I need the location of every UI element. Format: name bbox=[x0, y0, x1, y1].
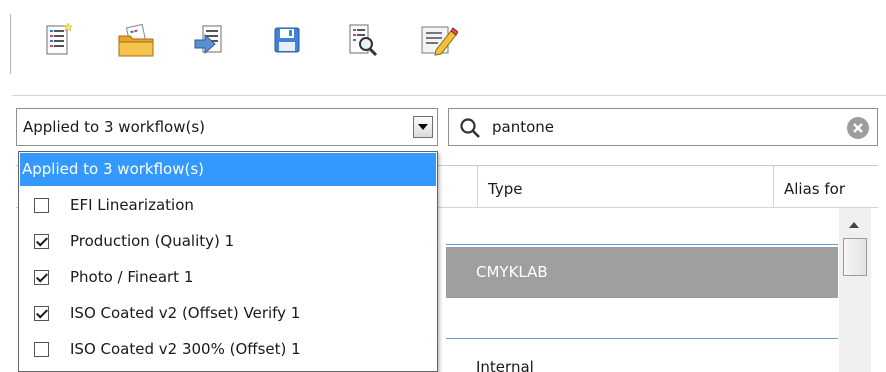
edit-pencil-icon bbox=[421, 26, 458, 56]
dropdown-item-photo-fineart[interactable]: Photo / Fineart 1 bbox=[20, 259, 436, 295]
scroll-up-arrow-icon[interactable] bbox=[849, 222, 859, 228]
new-list-button[interactable] bbox=[38, 20, 78, 60]
floppy-disk-icon bbox=[274, 27, 300, 53]
workflow-checkbox[interactable] bbox=[34, 270, 49, 285]
workflow-label: Photo / Fineart 1 bbox=[70, 268, 194, 286]
clear-circle-icon bbox=[853, 123, 863, 133]
workflow-checkbox[interactable] bbox=[34, 306, 49, 321]
dropdown-option-applied-label: Applied to 3 workflow(s) bbox=[22, 160, 205, 178]
workflow-checkbox[interactable] bbox=[34, 342, 49, 357]
new-document-icon bbox=[46, 22, 73, 55]
workflow-checkbox[interactable] bbox=[34, 234, 49, 249]
edit-button[interactable] bbox=[418, 20, 458, 60]
workflow-label: Production (Quality) 1 bbox=[70, 232, 235, 250]
chevron-down-icon bbox=[418, 124, 428, 130]
scroll-thumb[interactable] bbox=[843, 238, 867, 276]
search-input[interactable] bbox=[492, 118, 832, 136]
workflow-filter-combo[interactable]: Applied to 3 workflow(s) bbox=[16, 108, 438, 146]
clear-search-button[interactable] bbox=[847, 117, 869, 139]
column-header-type[interactable]: Type bbox=[478, 166, 774, 208]
dropdown-item-iso-coated-verify[interactable]: ISO Coated v2 (Offset) Verify 1 bbox=[20, 295, 436, 331]
column-header-alias-label: Alias for bbox=[784, 180, 845, 198]
open-folder-icon bbox=[118, 23, 154, 57]
dropdown-item-iso-coated-300[interactable]: ISO Coated v2 300% (Offset) 1 bbox=[20, 331, 436, 367]
workflow-label: ISO Coated v2 (Offset) Verify 1 bbox=[70, 304, 301, 322]
dropdown-item-efi-linearization[interactable]: EFI Linearization bbox=[20, 187, 436, 223]
workflow-filter-dropdown: Applied to 3 workflow(s) EFI Linearizati… bbox=[18, 151, 438, 372]
import-arrow-icon bbox=[194, 25, 222, 55]
dropdown-item-production-quality[interactable]: Production (Quality) 1 bbox=[20, 223, 436, 259]
find-button[interactable] bbox=[342, 20, 382, 60]
row-type-cell[interactable]: Internal bbox=[476, 358, 534, 372]
save-button[interactable] bbox=[267, 20, 307, 60]
dropdown-option-applied[interactable]: Applied to 3 workflow(s) bbox=[20, 153, 436, 186]
workflow-label: EFI Linearization bbox=[70, 196, 194, 214]
magnifier-icon bbox=[460, 118, 480, 138]
workflow-filter-value: Applied to 3 workflow(s) bbox=[23, 118, 206, 136]
toolbar-divider bbox=[12, 95, 886, 96]
search-box[interactable] bbox=[448, 108, 878, 146]
column-header-alias[interactable]: Alias for bbox=[774, 166, 878, 208]
row-divider bbox=[446, 244, 838, 245]
workflow-label: ISO Coated v2 300% (Offset) 1 bbox=[70, 340, 301, 358]
open-button[interactable] bbox=[116, 20, 156, 60]
toolbar-separator bbox=[10, 14, 12, 74]
workflow-filter-dropdown-button[interactable] bbox=[413, 116, 433, 138]
workflow-checkbox[interactable] bbox=[34, 198, 49, 213]
row-divider bbox=[446, 338, 838, 339]
column-header-type-label: Type bbox=[488, 180, 523, 198]
row-type-cell: CMYKLAB bbox=[476, 263, 548, 281]
table-row-selected[interactable]: CMYKLAB bbox=[446, 247, 838, 298]
import-button[interactable] bbox=[190, 20, 230, 60]
document-search-icon bbox=[349, 24, 378, 57]
vertical-scrollbar[interactable] bbox=[839, 208, 871, 372]
